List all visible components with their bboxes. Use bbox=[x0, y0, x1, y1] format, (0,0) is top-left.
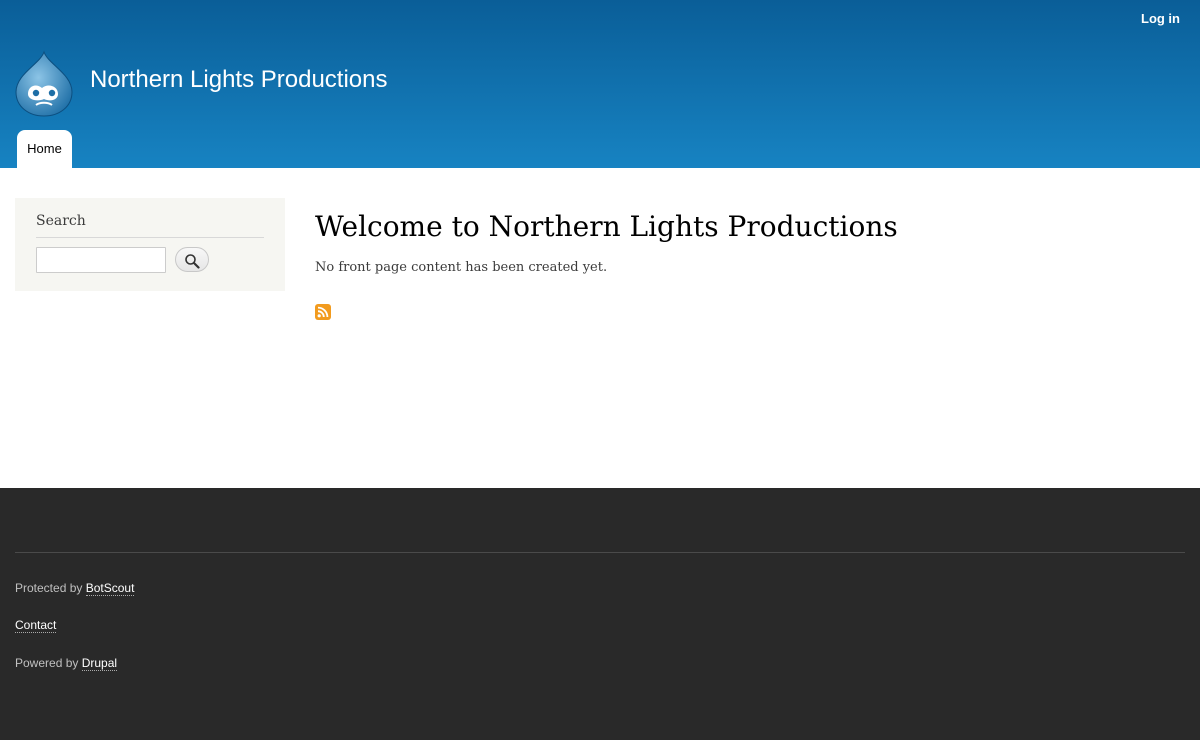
site-header: Log in Northern Lights Productions Home bbox=[0, 0, 1200, 168]
page-title: Welcome to Northern Lights Productions bbox=[315, 210, 898, 243]
site-footer: Protected by BotScout Contact Powered by… bbox=[0, 488, 1200, 740]
search-block: Search bbox=[15, 198, 285, 291]
drupal-drop-icon[interactable] bbox=[14, 50, 74, 118]
front-page-message: No front page content has been created y… bbox=[315, 260, 608, 275]
tab-home[interactable]: Home bbox=[17, 130, 72, 168]
site-name[interactable]: Northern Lights Productions bbox=[90, 64, 388, 96]
divider bbox=[15, 552, 1185, 553]
search-button[interactable] bbox=[175, 247, 209, 272]
botscout-link[interactable]: BotScout bbox=[85, 581, 135, 596]
contact-link[interactable]: Contact bbox=[15, 618, 57, 633]
drupal-link[interactable]: Drupal bbox=[81, 656, 118, 671]
search-icon bbox=[185, 254, 200, 269]
divider bbox=[36, 237, 264, 238]
powered-by-label: Powered by bbox=[15, 656, 79, 670]
search-block-title: Search bbox=[36, 213, 86, 229]
rss-icon[interactable] bbox=[315, 304, 331, 320]
contact-line: Contact bbox=[15, 618, 57, 633]
powered-by-line: Powered by Drupal bbox=[15, 656, 118, 671]
login-link[interactable]: Log in bbox=[1141, 11, 1180, 26]
search-input[interactable] bbox=[36, 247, 166, 273]
protected-by-label: Protected by bbox=[15, 581, 83, 595]
protected-by-line: Protected by BotScout bbox=[15, 581, 135, 596]
